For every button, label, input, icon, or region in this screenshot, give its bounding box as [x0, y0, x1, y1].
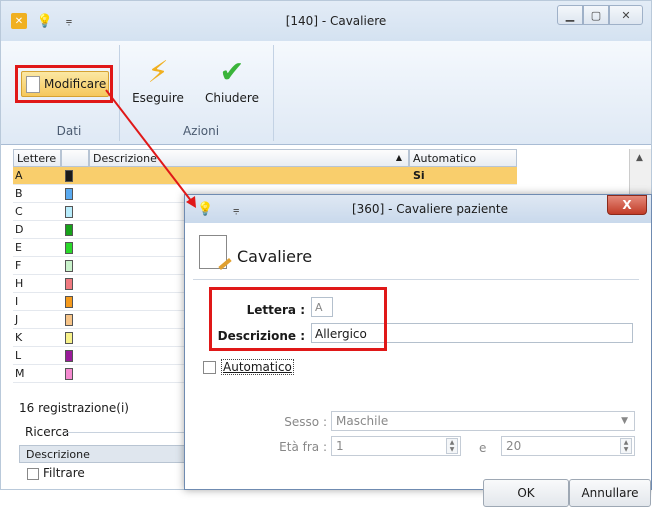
chevron-down-icon: ▼: [621, 416, 628, 426]
title-bar: ✕ 💡 ⩦ [140] - Cavaliere ▁ ▢ ✕: [1, 1, 651, 41]
cell-letter: A: [15, 169, 23, 182]
dialog-title-bar: 💡 ⩦ [360] - Cavaliere paziente X: [185, 195, 651, 223]
lightning-icon: ⚡: [147, 55, 169, 90]
color-swatch: [65, 278, 73, 290]
stepper-arrows-icon[interactable]: ▲ ▼: [446, 438, 458, 454]
color-swatch: [65, 332, 73, 344]
cavaliere-paziente-dialog: 💡 ⩦ [360] - Cavaliere paziente X Cavalie…: [184, 194, 652, 507]
minimize-button[interactable]: ▁: [557, 5, 583, 25]
column-header-descrizione-label: Descrizione: [93, 152, 157, 165]
eseguire-button[interactable]: ⚡ Eseguire: [123, 51, 193, 121]
edit-document-icon: [199, 235, 227, 269]
cell-letter: D: [15, 223, 24, 236]
ok-button[interactable]: OK: [483, 479, 569, 507]
dialog-title: [360] - Cavaliere paziente: [351, 202, 508, 216]
eta-from-stepper[interactable]: 1 ▲ ▼: [331, 436, 461, 456]
ricerca-label: Ricerca: [25, 425, 70, 439]
lightbulb-icon[interactable]: 💡: [37, 13, 53, 29]
group-label-azioni: Azioni: [182, 124, 220, 138]
annullare-button[interactable]: Annullare: [569, 479, 651, 507]
close-window-button[interactable]: ✕: [609, 5, 643, 25]
table-row[interactable]: A Si: [13, 167, 517, 185]
cell-letter: E: [15, 241, 22, 254]
lightbulb-icon[interactable]: 💡: [197, 202, 213, 217]
sort-ascending-icon: ▲: [395, 153, 402, 162]
color-swatch: [65, 206, 73, 218]
group-label-dati: Dati: [56, 124, 82, 138]
cell-letter: B: [15, 187, 23, 200]
scroll-up-icon[interactable]: ▲: [636, 153, 643, 163]
sesso-select[interactable]: Maschile ▼: [331, 411, 635, 431]
quick-access-menu-icon[interactable]: ⩦: [233, 203, 239, 217]
checkmark-icon: ✔: [219, 55, 245, 90]
search-field-select[interactable]: Descrizione: [19, 445, 189, 463]
color-swatch: [65, 170, 73, 182]
dialog-body: Cavaliere Lettera : A Descrizione : Alle…: [189, 223, 651, 507]
sesso-value: Maschile: [336, 414, 389, 428]
filtrare-label: Filtrare: [43, 466, 85, 480]
stepper-arrows-icon[interactable]: ▲ ▼: [620, 438, 632, 454]
cell-letter: C: [15, 205, 23, 218]
eta-to-value: 20: [506, 439, 522, 453]
color-swatch: [65, 296, 73, 308]
color-swatch: [65, 350, 73, 362]
cell-letter: M: [15, 367, 25, 380]
sesso-label: Sesso :: [284, 415, 327, 429]
cell-automatico: Si: [413, 169, 425, 182]
quick-access-menu-icon[interactable]: ⩦: [61, 13, 77, 29]
records-count: 16 registrazione(i): [19, 401, 129, 415]
eta-from-value: 1: [336, 439, 344, 453]
column-header-descrizione[interactable]: Descrizione ▲: [89, 149, 409, 167]
chiudere-label: Chiudere: [205, 91, 259, 105]
column-header-color[interactable]: [61, 149, 89, 167]
eta-fra-label: Età fra :: [279, 440, 327, 454]
window-title: [140] - Cavaliere: [285, 14, 387, 28]
cell-letter: J: [15, 313, 19, 326]
ribbon-separator: [273, 45, 274, 141]
cell-letter: K: [15, 331, 23, 344]
color-swatch: [65, 260, 73, 272]
dialog-close-button[interactable]: X: [607, 195, 647, 215]
eseguire-label: Eseguire: [132, 91, 184, 105]
highlight-box-fields: [209, 287, 387, 351]
color-swatch: [65, 242, 73, 254]
automatico-label[interactable]: Automatico: [221, 359, 294, 375]
eta-to-stepper[interactable]: 20 ▲ ▼: [501, 436, 635, 456]
ribbon: Modificare Dati ⚡ Eseguire ✔ Chiudere Az…: [1, 41, 651, 145]
cell-letter: I: [15, 295, 19, 308]
color-swatch: [65, 314, 73, 326]
column-header-automatico[interactable]: Automatico: [409, 149, 517, 167]
ricerca-divider: [67, 432, 187, 433]
chiudere-button[interactable]: ✔ Chiudere: [197, 51, 267, 121]
color-swatch: [65, 188, 73, 200]
column-header-lettere[interactable]: Lettere: [13, 149, 61, 167]
filtrare-checkbox[interactable]: [27, 468, 39, 480]
color-swatch: [65, 368, 73, 380]
app-logo-icon: ✕: [11, 13, 27, 29]
eta-and-label: e: [479, 441, 487, 455]
cell-letter: H: [15, 277, 24, 290]
cell-letter: F: [15, 259, 22, 272]
ribbon-separator: [119, 45, 120, 141]
dialog-divider: [193, 279, 639, 280]
highlight-box-modificare: [15, 65, 113, 103]
dialog-heading: Cavaliere: [237, 247, 313, 266]
maximize-button[interactable]: ▢: [583, 5, 609, 25]
automatico-checkbox[interactable]: [203, 361, 216, 374]
color-swatch: [65, 224, 73, 236]
cell-letter: L: [15, 349, 22, 362]
